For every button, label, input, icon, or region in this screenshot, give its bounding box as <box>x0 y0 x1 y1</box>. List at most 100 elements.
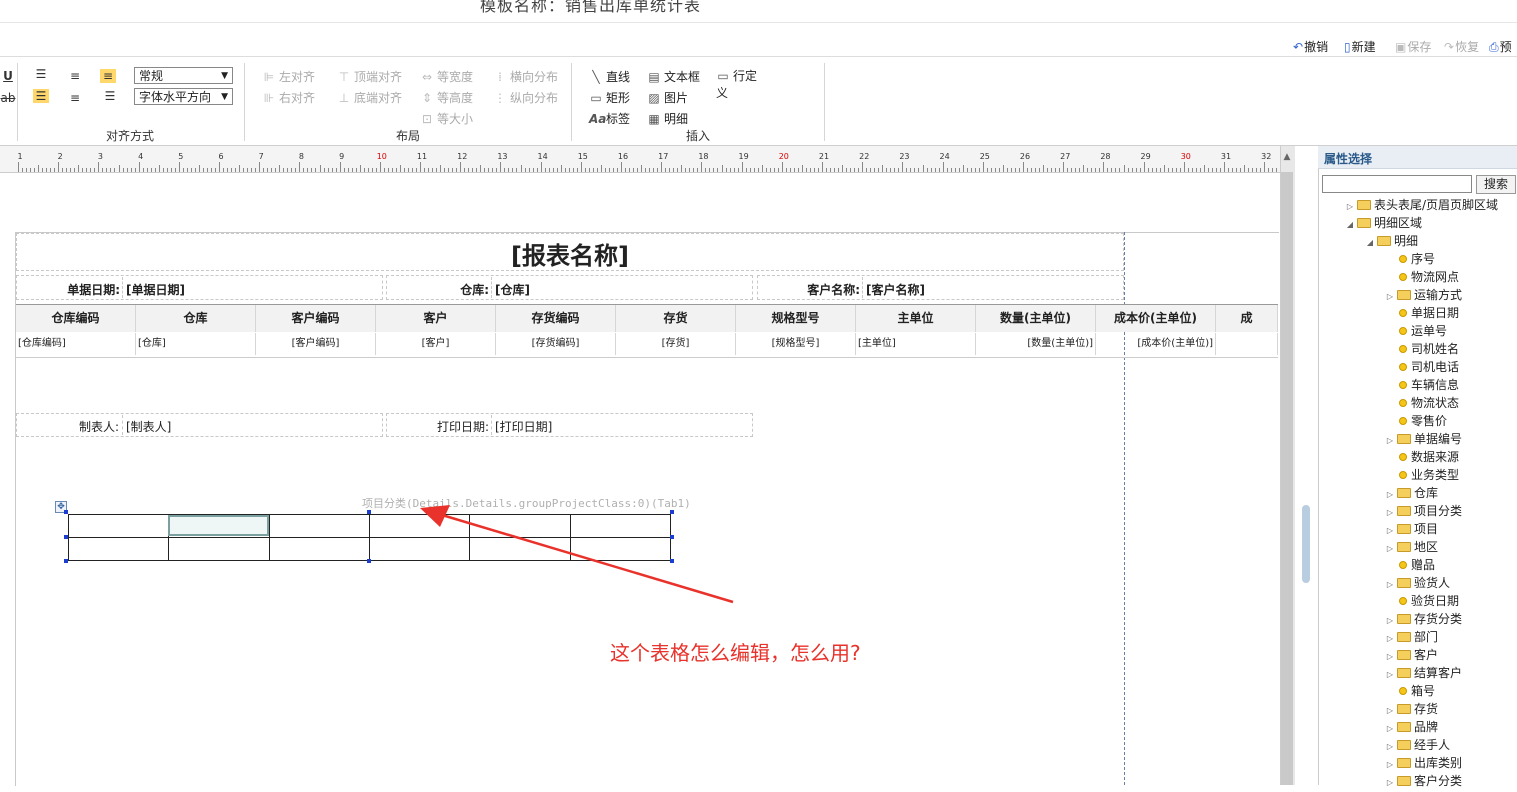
field-icon <box>1399 327 1407 335</box>
tree-item[interactable]: ◢ 明细 <box>1365 232 1418 250</box>
folder-icon <box>1397 722 1411 732</box>
tree-item-label: 客户 <box>1414 648 1439 662</box>
tree-item-label: 结算客户 <box>1414 666 1463 680</box>
tree-item[interactable]: 赠品 <box>1385 556 1435 574</box>
tree-item-label: 明细区域 <box>1374 216 1423 230</box>
tree-item[interactable]: ▷ 品牌 <box>1385 718 1438 736</box>
tree-item-label: 数据来源 <box>1411 450 1460 464</box>
tree-item[interactable]: 物流网点 <box>1385 268 1459 286</box>
tree-item[interactable]: ▷ 项目 <box>1385 520 1438 538</box>
field-icon <box>1399 561 1407 569</box>
property-panel-header: 属性选择 <box>1318 146 1517 169</box>
tree-item[interactable]: 司机电话 <box>1385 358 1459 376</box>
tree-item[interactable]: 物流状态 <box>1385 394 1459 412</box>
expanded-arrow-icon[interactable]: ◢ <box>1345 216 1355 234</box>
field-icon <box>1399 453 1407 461</box>
tree-item[interactable]: ▷ 存货分类 <box>1385 610 1462 628</box>
tree-item[interactable]: ▷ 出库类别 <box>1385 754 1462 772</box>
tree-item-label: 物流网点 <box>1411 270 1460 284</box>
field-icon <box>1399 687 1407 695</box>
tree-item-label: 明细 <box>1394 234 1419 248</box>
tree-item-label: 存货 <box>1414 702 1439 716</box>
tree-item-label: 仓库 <box>1414 486 1439 500</box>
tree-item[interactable]: 验货日期 <box>1385 592 1459 610</box>
tree-item[interactable]: 单据日期 <box>1385 304 1459 322</box>
tree-item[interactable]: ▷ 仓库 <box>1385 484 1438 502</box>
folder-icon <box>1397 650 1411 660</box>
tree-item-label: 验货人 <box>1414 576 1451 590</box>
field-icon <box>1399 597 1407 605</box>
property-search-input[interactable] <box>1322 175 1472 193</box>
tree-item[interactable]: ▷ 客户 <box>1385 646 1438 664</box>
tree-item-label: 出库类别 <box>1414 756 1463 770</box>
scroll-up-icon[interactable]: ▲ <box>1281 152 1293 166</box>
tree-item-label: 存货分类 <box>1414 612 1463 626</box>
folder-icon <box>1357 218 1371 228</box>
tree-item[interactable]: 运单号 <box>1385 322 1447 340</box>
field-icon <box>1399 471 1407 479</box>
field-icon <box>1399 363 1407 371</box>
tree-item[interactable]: 零售价 <box>1385 412 1447 430</box>
tree-item[interactable]: ▷ 验货人 <box>1385 574 1450 592</box>
tree-item-label: 箱号 <box>1411 684 1436 698</box>
tree-item-label: 项目分类 <box>1414 504 1463 518</box>
tree-item-label: 零售价 <box>1411 414 1448 428</box>
folder-icon <box>1397 290 1411 300</box>
tree-item-label: 运输方式 <box>1414 288 1463 302</box>
folder-icon <box>1397 506 1411 516</box>
tree-item-label: 司机电话 <box>1411 360 1460 374</box>
tree-item[interactable]: 业务类型 <box>1385 466 1459 484</box>
field-icon <box>1399 399 1407 407</box>
tree-item-label: 经手人 <box>1414 738 1451 752</box>
tree-item-label: 序号 <box>1411 252 1436 266</box>
tree-item[interactable]: ◢ 明细区域 <box>1345 214 1422 232</box>
tree-item-label: 部门 <box>1414 630 1439 644</box>
tree-item[interactable]: ▷ 部门 <box>1385 628 1438 646</box>
tree-item[interactable]: ▷ 存货 <box>1385 700 1438 718</box>
tree-item-label: 项目 <box>1414 522 1439 536</box>
folder-icon <box>1397 704 1411 714</box>
folder-icon <box>1397 578 1411 588</box>
tree-item-label: 地区 <box>1414 540 1439 554</box>
tree-item[interactable]: ▷ 客户分类 <box>1385 772 1462 790</box>
tree-item[interactable]: ▷ 项目分类 <box>1385 502 1462 520</box>
search-button[interactable]: 搜索 <box>1476 175 1516 194</box>
field-icon <box>1399 309 1407 317</box>
folder-icon <box>1357 200 1371 210</box>
folder-icon <box>1397 740 1411 750</box>
tree-item-label: 表头表尾/页眉页脚区域 <box>1374 198 1499 212</box>
panel-splitter-handle[interactable] <box>1302 505 1310 583</box>
tree-item-label: 验货日期 <box>1411 594 1460 608</box>
field-icon <box>1399 417 1407 425</box>
tree-item-label: 品牌 <box>1414 720 1439 734</box>
tree-item-label: 赠品 <box>1411 558 1436 572</box>
folder-icon <box>1397 488 1411 498</box>
folder-icon <box>1397 632 1411 642</box>
folder-icon <box>1397 668 1411 678</box>
field-icon <box>1399 273 1407 281</box>
tree-item[interactable]: ▷ 地区 <box>1385 538 1438 556</box>
folder-icon <box>1397 758 1411 768</box>
tree-item[interactable]: ▷ 单据编号 <box>1385 430 1462 448</box>
folder-icon <box>1397 614 1411 624</box>
tree-item[interactable]: ▷ 经手人 <box>1385 736 1450 754</box>
collapsed-arrow-icon[interactable]: ▷ <box>1385 774 1395 792</box>
tree-item[interactable]: ▷ 表头表尾/页眉页脚区域 <box>1345 196 1498 214</box>
tree-item[interactable]: ▷ 运输方式 <box>1385 286 1462 304</box>
tree-item-label: 业务类型 <box>1411 468 1460 482</box>
tree-item[interactable]: 箱号 <box>1385 682 1435 700</box>
annotation-text: 这个表格怎么编辑，怎么用? <box>610 641 861 665</box>
field-icon <box>1399 255 1407 263</box>
tree-item-label: 单据日期 <box>1411 306 1460 320</box>
tree-item[interactable]: 车辆信息 <box>1385 376 1459 394</box>
folder-icon <box>1397 524 1411 534</box>
scrollbar-thumb[interactable] <box>1281 172 1293 785</box>
expanded-arrow-icon[interactable]: ◢ <box>1365 234 1375 252</box>
tree-item[interactable]: ▷ 结算客户 <box>1385 664 1462 682</box>
tree-item[interactable]: 序号 <box>1385 250 1435 268</box>
tree-item-label: 运单号 <box>1411 324 1448 338</box>
panel-title: 属性选择 <box>1324 152 1373 166</box>
tree-item[interactable]: 数据来源 <box>1385 448 1459 466</box>
tree-item[interactable]: 司机姓名 <box>1385 340 1459 358</box>
tree-item-label: 客户分类 <box>1414 774 1463 788</box>
